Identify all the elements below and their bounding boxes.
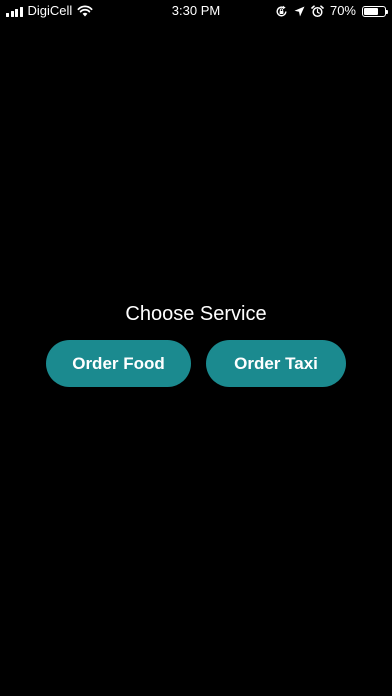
choose-service-title: Choose Service — [125, 303, 267, 325]
battery-fill — [364, 7, 378, 15]
alarm-icon — [311, 4, 324, 17]
battery-icon — [362, 5, 388, 17]
order-taxi-button[interactable]: Order Taxi — [206, 340, 346, 387]
rotation-lock-icon — [276, 5, 287, 16]
battery-percent: 70% — [329, 3, 356, 18]
location-arrow-icon — [294, 6, 305, 16]
order-food-button[interactable]: Order Food — [46, 340, 191, 387]
status-bar: DigiCell 3:30 PM 70% — [0, 0, 392, 22]
status-right: 70% — [275, 3, 388, 19]
